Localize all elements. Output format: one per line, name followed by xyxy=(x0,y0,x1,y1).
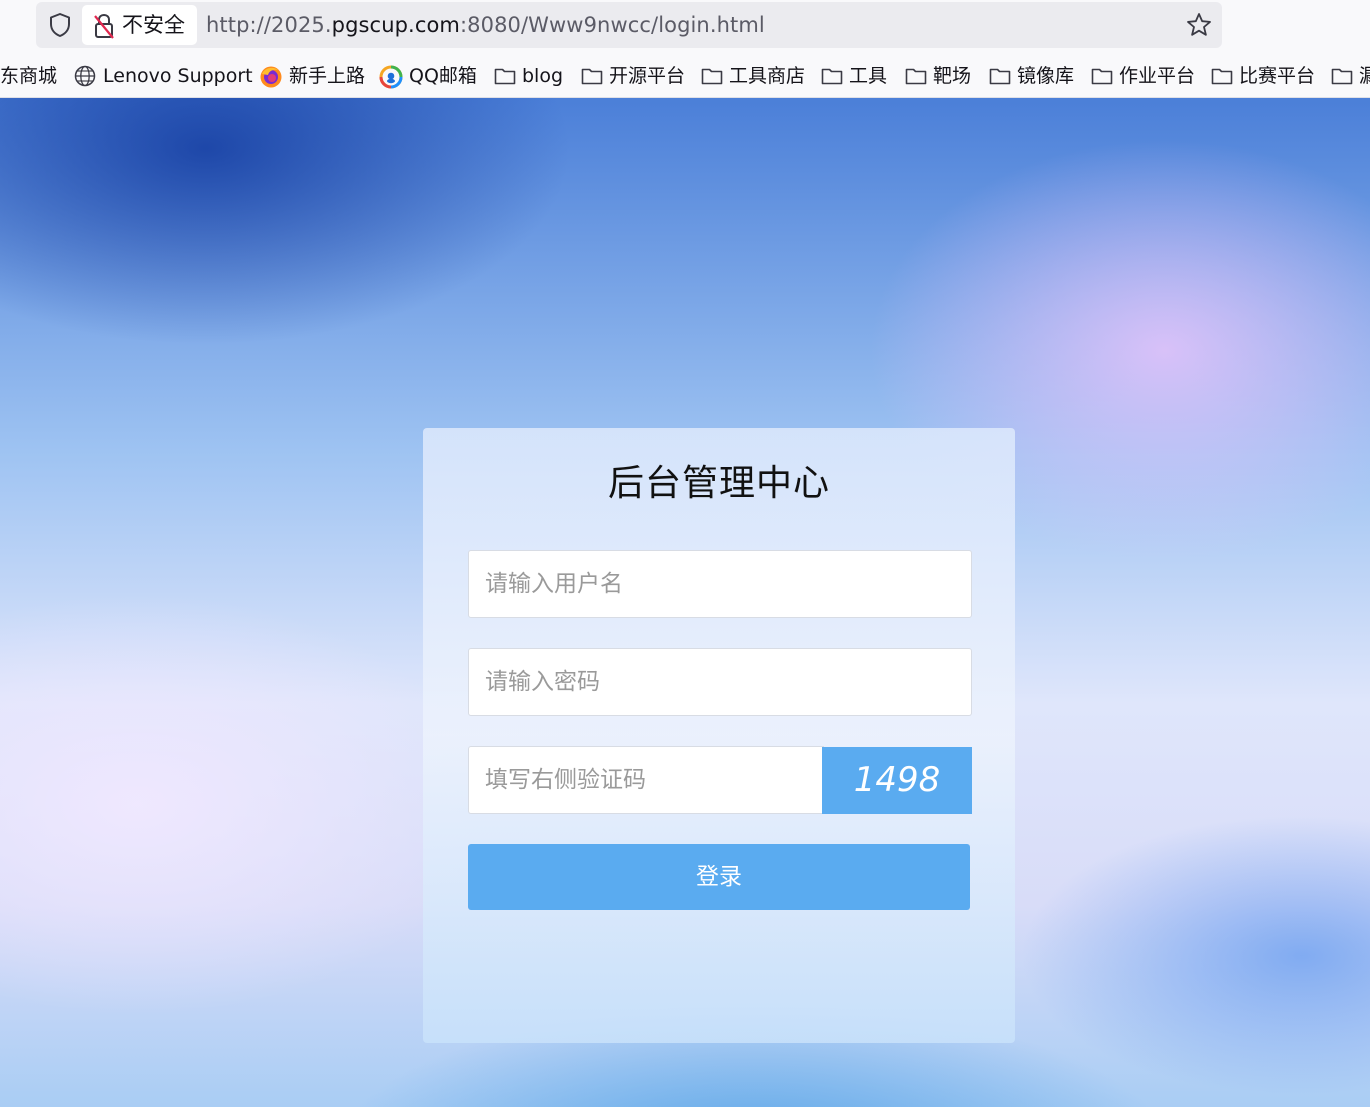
url-text[interactable]: http://2025.pgscup.com:8080/Www9nwcc/log… xyxy=(206,11,765,39)
folder-icon xyxy=(1091,68,1113,85)
folder-icon xyxy=(581,68,603,85)
bookmark-label: 靶场 xyxy=(933,65,972,87)
captcha-input[interactable] xyxy=(468,746,824,814)
login-button[interactable]: 登录 xyxy=(468,844,970,910)
bookmark-label: 东商城 xyxy=(0,65,58,87)
bookmark-star-icon[interactable] xyxy=(1185,11,1213,39)
bookmark-label: 比赛平台 xyxy=(1239,65,1316,87)
browser-toolbar: 不安全 http://2025.pgscup.com:8080/Www9nwcc… xyxy=(0,0,1370,52)
password-input[interactable] xyxy=(468,648,972,716)
bookmark-label: 工具商店 xyxy=(729,65,806,87)
url-host: pgscup.com xyxy=(331,13,460,37)
folder-icon xyxy=(494,68,516,85)
bookmark-label: 作业平台 xyxy=(1119,65,1196,87)
page-title: 后台管理中心 xyxy=(607,463,830,504)
bookmark-label: 工具 xyxy=(849,65,888,87)
bookmark-label: 开源平台 xyxy=(609,65,686,87)
bookmarks-bar: 东商城 Lenovo Support 新手上路 QQ邮箱 blog 开源平台 工… xyxy=(0,52,1370,98)
folder-icon xyxy=(1211,68,1233,85)
url-suffix: :8080/Www9nwcc/login.html xyxy=(459,13,765,37)
folder-icon xyxy=(701,68,723,85)
bookmark-label: 漏 xyxy=(1359,62,1370,90)
page-background: 后台管理中心 1498 登录 xyxy=(0,98,1370,1107)
qqmail-icon xyxy=(379,65,403,89)
bookmark-label: blog xyxy=(522,65,564,87)
username-input[interactable] xyxy=(468,550,972,618)
folder-icon xyxy=(821,68,843,85)
captcha-code[interactable]: 1498 xyxy=(822,747,972,814)
firefox-icon xyxy=(260,66,282,88)
shield-icon[interactable] xyxy=(47,12,73,38)
folder-icon xyxy=(989,68,1011,85)
folder-icon xyxy=(1331,68,1353,85)
security-label: 不安全 xyxy=(122,13,185,37)
bookmark-label: QQ邮箱 xyxy=(409,65,477,87)
login-card: 后台管理中心 1498 登录 xyxy=(423,428,1015,1043)
folder-icon xyxy=(905,68,927,85)
bookmark-label: Lenovo Support xyxy=(103,65,253,87)
url-prefix: http://2025. xyxy=(206,13,332,37)
bookmark-label: 新手上路 xyxy=(289,65,366,87)
bookmark-item[interactable]: 东商城 xyxy=(0,62,57,90)
bookmark-label: 镜像库 xyxy=(1017,65,1075,87)
globe-icon xyxy=(74,65,96,87)
insecure-lock-icon xyxy=(94,13,114,39)
